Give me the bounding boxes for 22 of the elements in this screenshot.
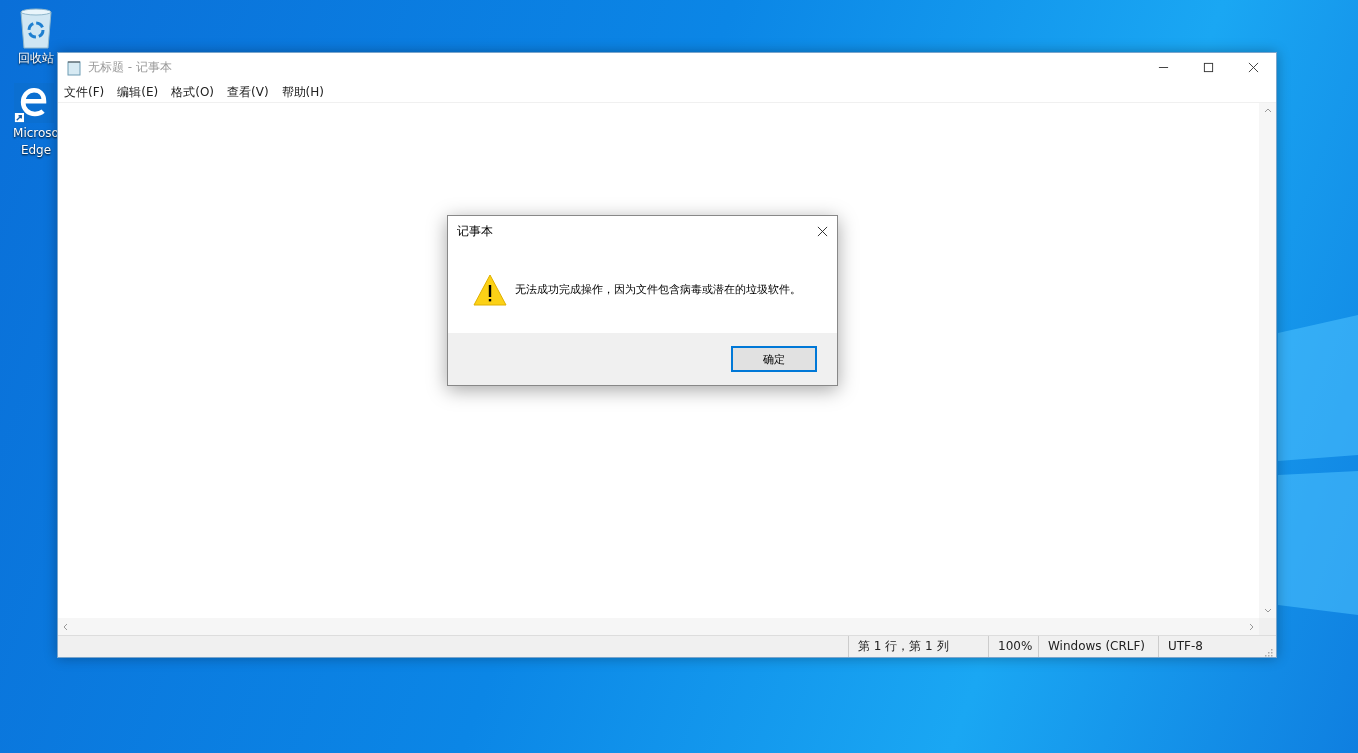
ok-button[interactable]: 确定 bbox=[731, 346, 817, 372]
warning-icon bbox=[473, 273, 507, 306]
notepad-icon bbox=[66, 59, 82, 76]
menu-item[interactable]: 编辑(E) bbox=[117, 83, 159, 101]
status-text: 100% bbox=[988, 636, 1038, 657]
vertical-scrollbar[interactable] bbox=[1259, 103, 1276, 618]
menu-item[interactable]: 查看(V) bbox=[227, 83, 269, 101]
dialog-title: 记事本 bbox=[457, 222, 493, 240]
resize-grip-icon[interactable] bbox=[1263, 647, 1273, 657]
menu-item[interactable]: 文件(F) bbox=[64, 83, 105, 101]
dialog-message: 无法成功完成操作，因为文件包含病毒或潜在的垃圾软件。 bbox=[515, 282, 801, 297]
close-icon[interactable] bbox=[817, 225, 828, 237]
edge-browser-icon[interactable] bbox=[14, 81, 54, 125]
window-title: 无标题 - 记事本 bbox=[88, 59, 172, 76]
menu-item[interactable]: 帮助(H) bbox=[281, 83, 324, 101]
status-text: UTF-8 bbox=[1158, 636, 1260, 657]
status-text: 第 1 行，第 1 列 bbox=[848, 636, 988, 657]
status-text: Windows (CRLF) bbox=[1038, 636, 1158, 657]
desktop-icon-label[interactable]: Microso Edge bbox=[13, 125, 59, 159]
horizontal-scrollbar[interactable] bbox=[58, 618, 1259, 635]
desktop-icon-label[interactable]: 回收站 bbox=[18, 50, 54, 67]
menu-item[interactable]: 格式(O) bbox=[171, 83, 215, 101]
